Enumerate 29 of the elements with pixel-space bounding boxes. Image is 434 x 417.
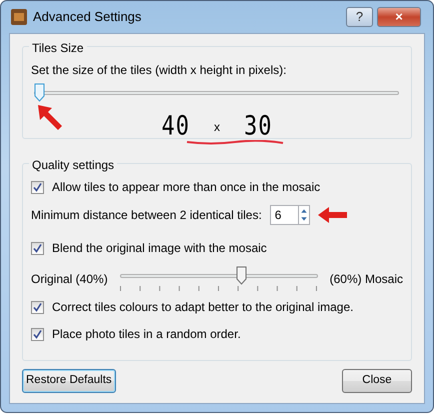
spinner-arrows[interactable]	[298, 205, 310, 225]
slider-label: (60%) Mosaic	[330, 271, 403, 288]
size-label: Set the size of the tiles (width x height in pixels):	[31, 62, 288, 79]
checkbox-label: Blend the original image with the mosaic	[52, 240, 267, 257]
height-value: 30	[244, 110, 272, 144]
distance-label: Minimum distance between 2 identical tiles:	[31, 207, 262, 224]
slider-thumb[interactable]	[236, 266, 247, 285]
width-value: 40	[162, 110, 190, 144]
blend-slider[interactable]	[120, 266, 318, 285]
app-icon	[11, 9, 27, 25]
close-button[interactable]: Close	[342, 369, 412, 393]
checkbox[interactable]	[31, 180, 44, 194]
window-title: Advanced Settings	[33, 8, 142, 26]
arrow-icon	[36, 103, 64, 131]
checkbox[interactable]	[31, 242, 44, 254]
size-slider[interactable]	[34, 83, 399, 102]
number-field[interactable]: 6	[270, 205, 298, 225]
help-button[interactable]: ?	[346, 7, 373, 27]
times-sign: x	[214, 118, 220, 136]
checkbox-label: Place photo tiles in a random order.	[52, 326, 241, 343]
slider-thumb[interactable]	[34, 83, 45, 102]
slider-label: Original (40%)	[31, 271, 108, 288]
close-button[interactable]: ×	[377, 7, 421, 27]
restore-defaults-button[interactable]: Restore Defaults	[22, 369, 116, 393]
checkbox[interactable]	[31, 328, 44, 340]
checkbox[interactable]	[31, 300, 44, 314]
arrow-icon	[318, 206, 348, 224]
checkbox-label: Correct tiles colours to adapt better to the original image.	[52, 299, 354, 316]
checkbox-label: Allow tiles to appear more than once in the mosaic	[52, 179, 320, 196]
